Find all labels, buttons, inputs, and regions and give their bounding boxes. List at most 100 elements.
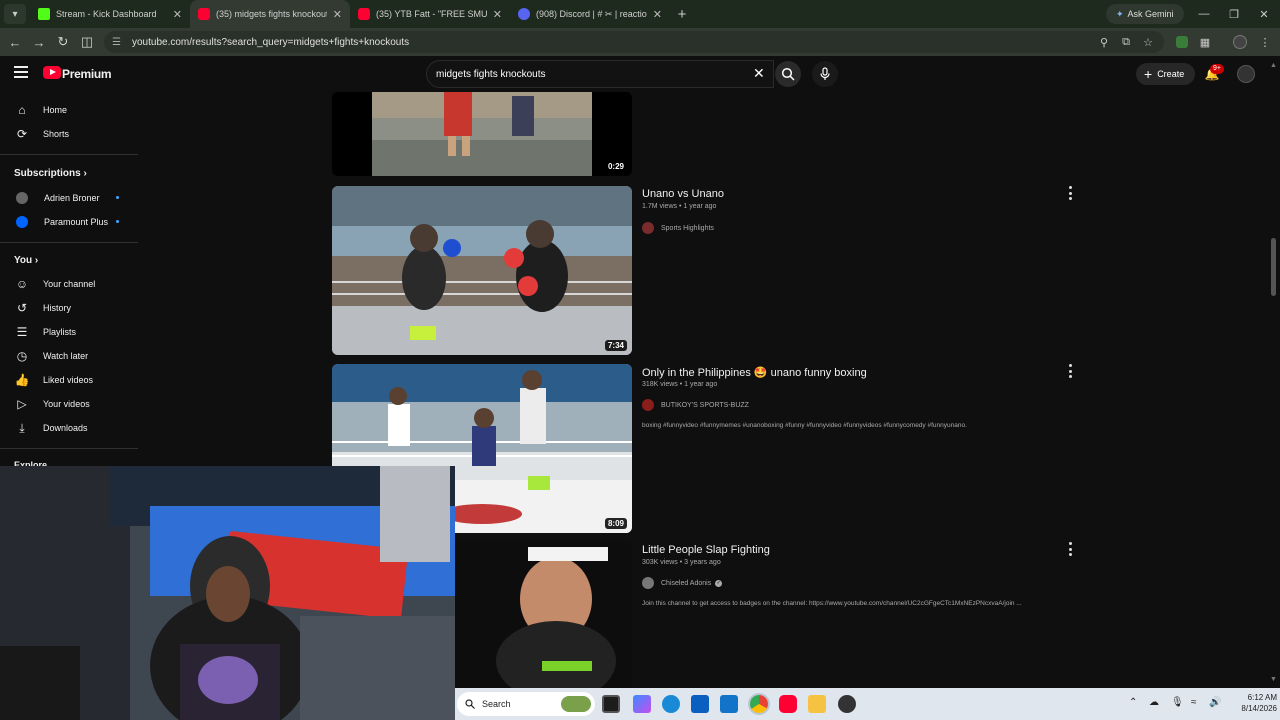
scroll-down-arrow-icon[interactable]: ▼: [1270, 676, 1277, 683]
sidebar-item-watch-later[interactable]: ◷ Watch later: [0, 344, 138, 368]
microphone-tray-icon[interactable]: 🎙: [1171, 697, 1184, 708]
sidebar-item-home[interactable]: ⌂ Home: [0, 98, 138, 122]
video-duration: 7:34: [604, 340, 627, 351]
video-title[interactable]: Only in the Philippines 🤩 unano funny bo…: [642, 366, 867, 379]
kick-icon: [38, 8, 50, 20]
install-app-icon[interactable]: ⧉: [1114, 30, 1138, 54]
search-button[interactable]: [775, 61, 801, 87]
channel-avatar: [16, 216, 28, 228]
system-clock[interactable]: 6:12 AM 8/14/2026: [1227, 692, 1277, 714]
tab-youtube-ytb-fatt[interactable]: (35) YTB Fatt - "FREE SMURK, Bl ✕: [350, 0, 510, 28]
browser-menu-icon[interactable]: ⋮: [1253, 30, 1277, 54]
more-actions-icon[interactable]: [1066, 542, 1074, 556]
task-view-icon[interactable]: [602, 695, 620, 713]
taskbar-search[interactable]: Search: [457, 692, 595, 716]
channel-link[interactable]: BUTIKOY'S SPORTS-BUZZ: [642, 399, 749, 411]
channel-name: BUTIKOY'S SPORTS-BUZZ: [661, 401, 749, 409]
ask-gemini-button[interactable]: ✦ Ask Gemini: [1106, 4, 1184, 24]
guide-menu-icon[interactable]: [14, 66, 28, 78]
page-scrollbar[interactable]: [1271, 238, 1276, 296]
window-close-button[interactable]: ✕: [1249, 0, 1279, 28]
gemini-icon: ✦: [1116, 8, 1124, 19]
sidebar-item-history[interactable]: ↺ History: [0, 296, 138, 320]
close-icon[interactable]: ✕: [653, 8, 662, 21]
your-channel-icon: ☺: [15, 277, 29, 291]
voice-search-button[interactable]: [812, 61, 838, 87]
video-meta: 318K views • 1 year ago: [642, 381, 718, 388]
scroll-up-arrow-icon[interactable]: ▲: [1270, 62, 1277, 69]
notification-badge: 9+: [1210, 64, 1224, 74]
new-content-dot: [116, 196, 119, 199]
minimize-button[interactable]: —: [1189, 0, 1219, 28]
tab-discord[interactable]: (908) Discord | # ✂ | reactions ✕: [510, 0, 670, 28]
create-button[interactable]: + Create: [1136, 63, 1196, 85]
youtube-logo-icon[interactable]: [43, 66, 61, 79]
copilot-icon[interactable]: [633, 695, 651, 713]
sidebar-item-label: History: [43, 303, 72, 313]
restore-button[interactable]: ❐: [1219, 0, 1249, 28]
ask-gemini-label: Ask Gemini: [1127, 9, 1174, 19]
tab-search-button[interactable]: ▾: [4, 4, 26, 24]
more-actions-icon[interactable]: [1066, 186, 1074, 200]
bookmark-star-icon[interactable]: ☆: [1136, 30, 1160, 54]
outlook-icon[interactable]: [720, 695, 738, 713]
channel-link[interactable]: Sports Highlights: [642, 222, 714, 234]
extension-icon[interactable]: [1170, 30, 1194, 54]
edge-icon[interactable]: [662, 695, 680, 713]
plus-icon: +: [1144, 66, 1153, 82]
zoom-icon[interactable]: ⚲: [1092, 30, 1116, 54]
account-avatar[interactable]: [1237, 65, 1255, 83]
wifi-icon[interactable]: ≈: [1191, 697, 1197, 708]
home-icon: ⌂: [18, 103, 26, 117]
volume-icon[interactable]: 🔊: [1209, 697, 1221, 708]
address-bar[interactable]: ☰ youtube.com/results?search_query=midge…: [104, 31, 1164, 53]
forward-icon[interactable]: →: [27, 30, 51, 54]
youtube-brand[interactable]: Premium: [62, 67, 112, 81]
your-videos-icon: ▷: [17, 397, 27, 411]
shorts-icon: ⟳: [16, 127, 28, 141]
sidebar-item-playlists[interactable]: ☰ Playlists: [0, 320, 138, 344]
youtube-app-icon[interactable]: [779, 695, 797, 713]
sidebar-item-paramount-plus[interactable]: Paramount Plus: [0, 210, 138, 234]
microsoft-store-icon[interactable]: [691, 695, 709, 713]
video-title[interactable]: Little People Slap Fighting: [642, 544, 770, 556]
sidebar-item-shorts[interactable]: ⟳ Shorts: [0, 122, 138, 146]
close-icon[interactable]: ✕: [493, 8, 502, 21]
side-panel-icon[interactable]: ◫: [75, 30, 99, 54]
show-hidden-icons-icon[interactable]: ⌃: [1129, 697, 1137, 708]
sidebar-item-your-channel[interactable]: ☺ Your channel: [0, 272, 138, 296]
close-icon[interactable]: ✕: [173, 8, 182, 21]
video-duration: 8:09: [604, 518, 627, 529]
sidebar-item-downloads[interactable]: ⤓ Downloads: [0, 416, 138, 440]
network-icon[interactable]: ☁: [1149, 697, 1159, 708]
file-explorer-icon[interactable]: [808, 695, 826, 713]
extensions-puzzle-icon[interactable]: ▦: [1193, 30, 1217, 54]
tab-kick-dashboard[interactable]: Stream - Kick Dashboard ✕: [30, 0, 190, 28]
reload-icon[interactable]: ↻: [51, 30, 75, 54]
profile-avatar[interactable]: [1228, 30, 1252, 54]
channel-link[interactable]: Chiseled Adonis ✓: [642, 577, 723, 589]
you-heading[interactable]: You ›: [14, 255, 38, 266]
clear-search-icon[interactable]: ✕: [753, 65, 765, 82]
search-input[interactable]: midgets fights knockouts: [426, 60, 774, 88]
thumbnail-image: [372, 92, 592, 176]
video-thumbnail[interactable]: 0:29: [332, 92, 632, 176]
search-icon: [465, 699, 475, 709]
sidebar-item-adrien-broner[interactable]: Adrien Broner: [0, 186, 138, 210]
video-title[interactable]: Unano vs Unano: [642, 188, 724, 200]
more-actions-icon[interactable]: [1066, 364, 1074, 378]
clock-date: 8/14/2026: [1241, 704, 1277, 713]
sidebar-item-liked-videos[interactable]: 👍 Liked videos: [0, 368, 138, 392]
verified-badge-icon: ✓: [715, 579, 723, 587]
site-info-icon[interactable]: ☰: [112, 37, 126, 48]
subscriptions-heading[interactable]: Subscriptions ›: [14, 168, 87, 179]
chrome-icon[interactable]: [750, 695, 768, 713]
close-icon[interactable]: ✕: [333, 8, 342, 21]
tab-youtube-search[interactable]: (35) midgets fights knockouts ✕: [190, 0, 350, 28]
video-thumbnail[interactable]: 7:34: [332, 186, 632, 355]
sidebar-item-your-videos[interactable]: ▷ Your videos: [0, 392, 138, 416]
back-icon[interactable]: ←: [3, 30, 27, 54]
obs-icon[interactable]: [838, 695, 856, 713]
sidebar-item-label: Watch later: [43, 351, 89, 361]
new-tab-button[interactable]: +: [670, 6, 694, 23]
